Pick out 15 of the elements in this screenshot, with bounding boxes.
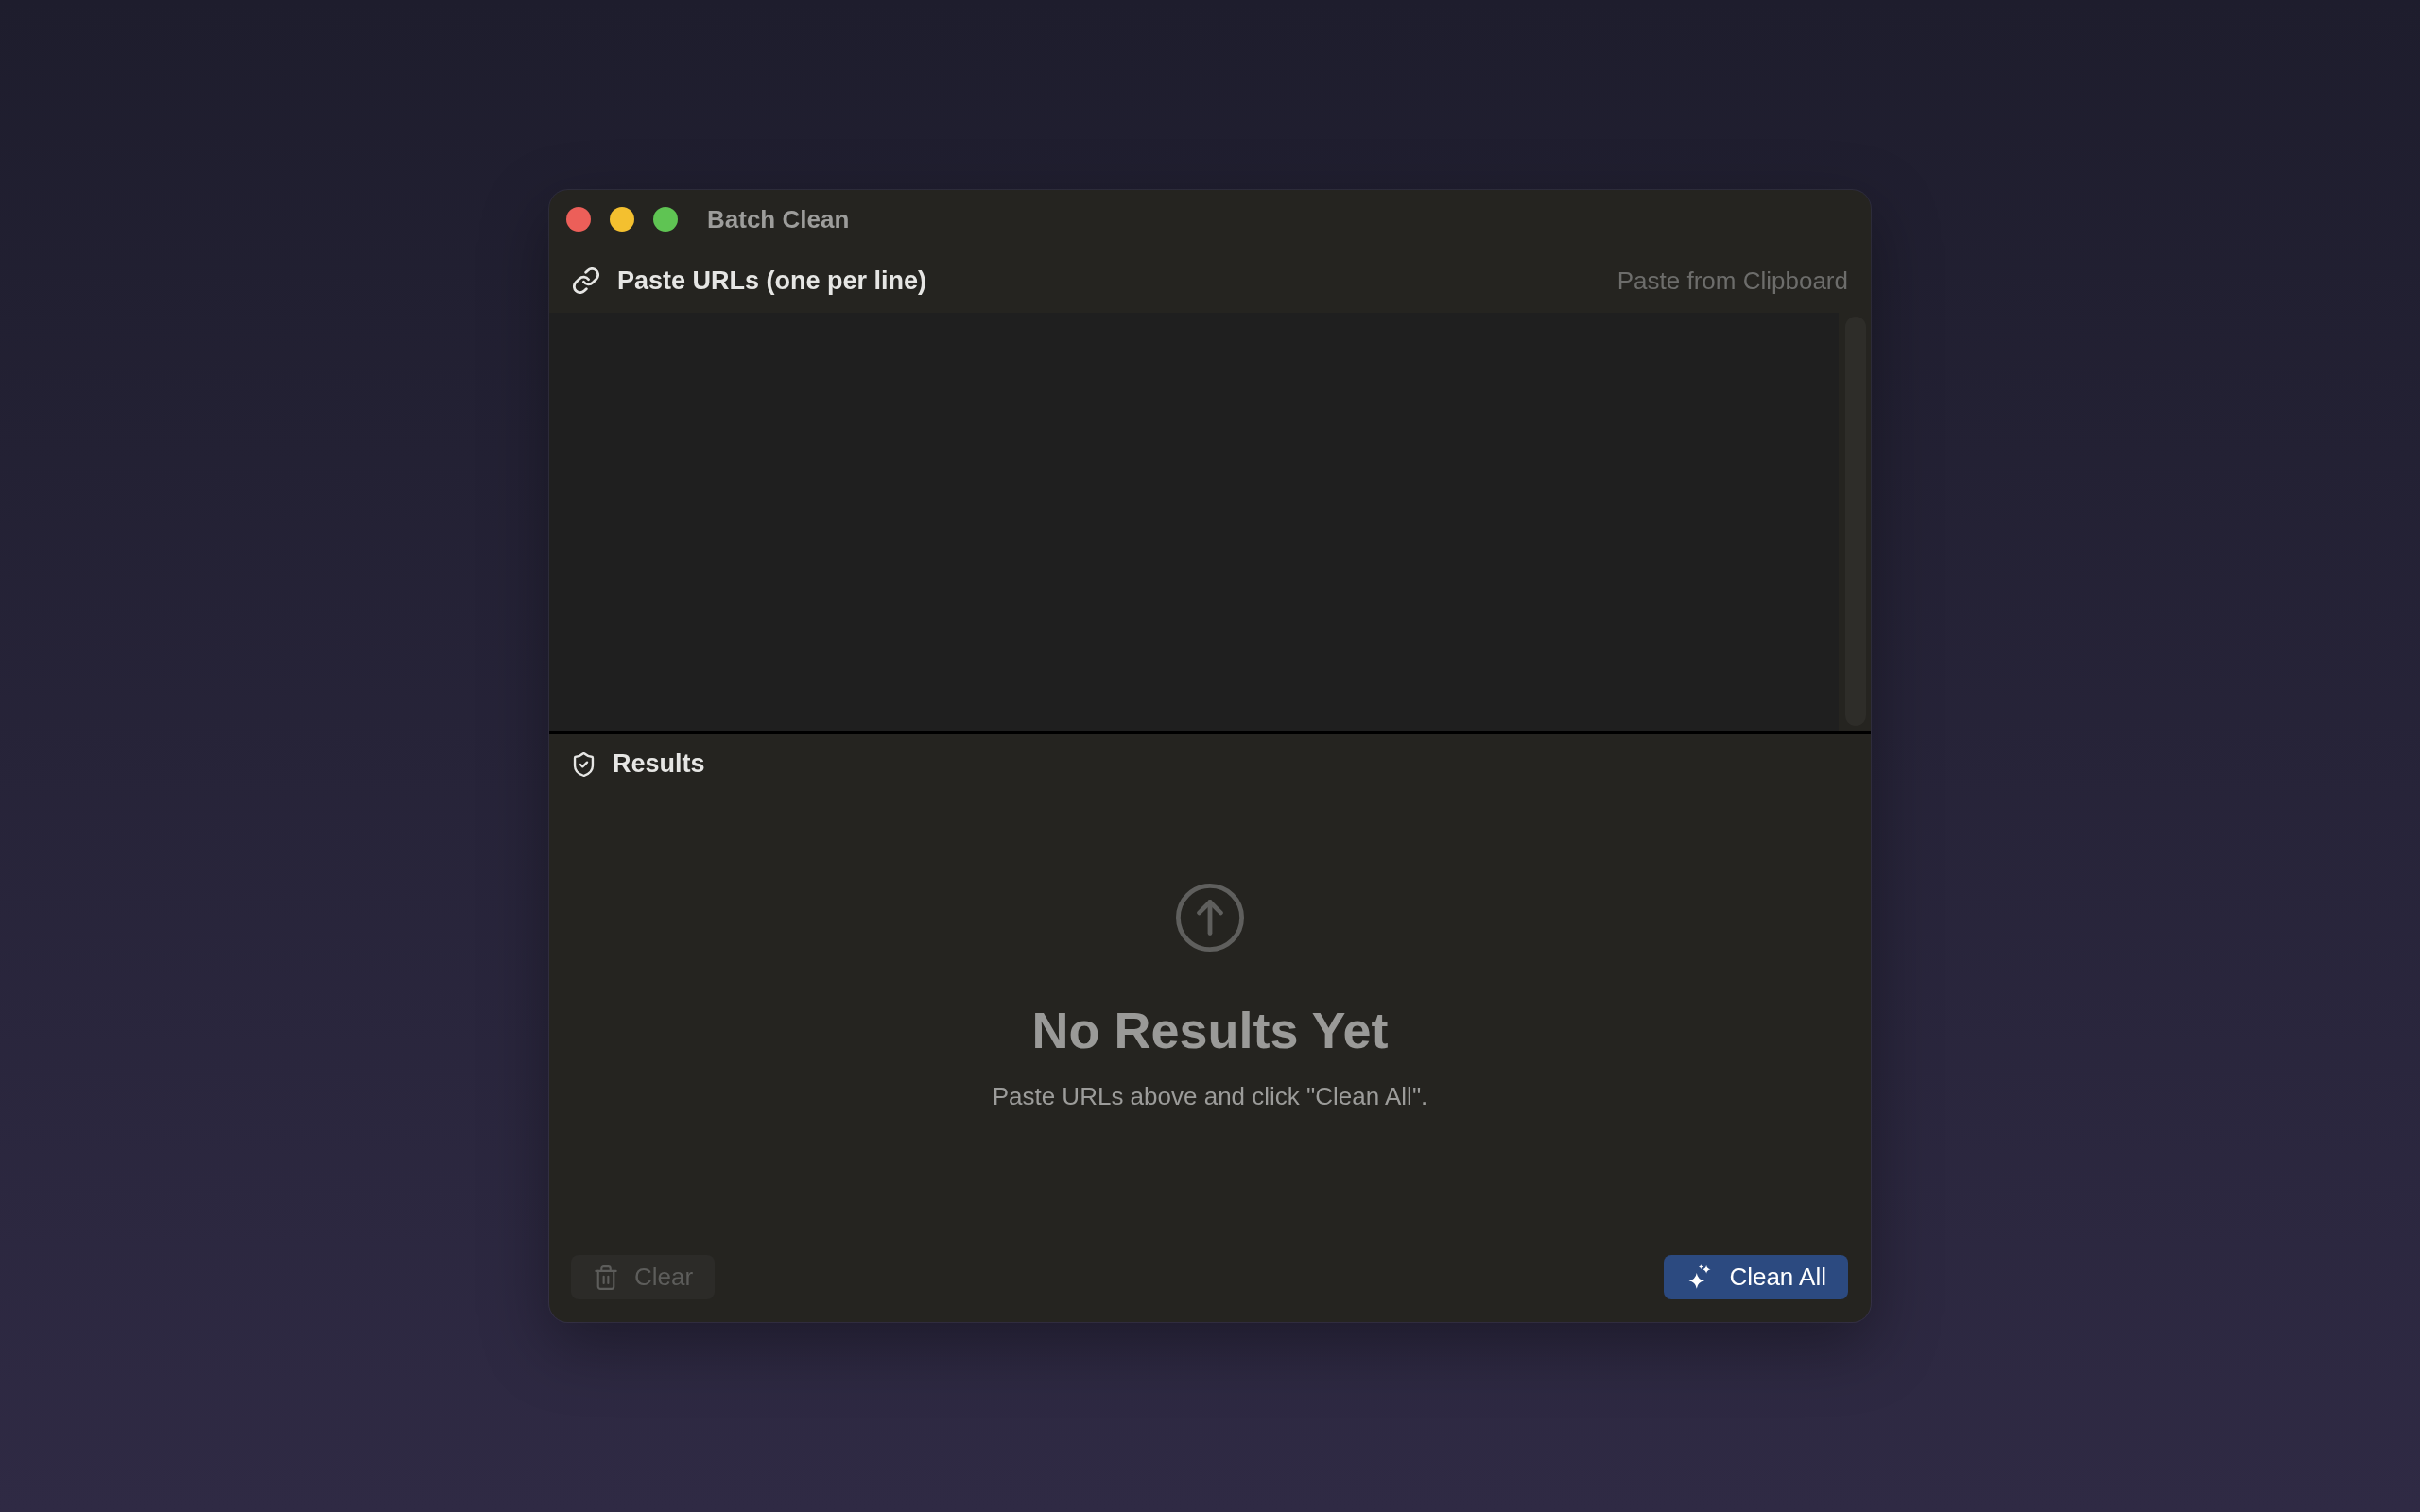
minimize-button[interactable] <box>610 207 634 232</box>
section-heading: Results <box>613 749 705 779</box>
link-icon <box>573 267 599 294</box>
url-input-field[interactable] <box>549 313 1839 731</box>
empty-state-title: No Results Yet <box>1031 1001 1389 1059</box>
empty-state-message: Paste URLs above and click "Clean All". <box>992 1082 1428 1110</box>
window-title: Batch Clean <box>707 204 850 234</box>
trash-icon <box>595 1264 617 1290</box>
clean-all-button[interactable]: Clean All <box>1664 1255 1848 1299</box>
arrow-up-circle-icon <box>1176 884 1244 952</box>
maximize-button[interactable] <box>653 207 678 232</box>
paste-button[interactable]: Paste from Clipboard <box>1616 266 1848 296</box>
close-button[interactable] <box>566 207 591 232</box>
shield-check-icon <box>573 751 595 777</box>
section-heading: Paste URLs (one per line) <box>617 266 927 296</box>
